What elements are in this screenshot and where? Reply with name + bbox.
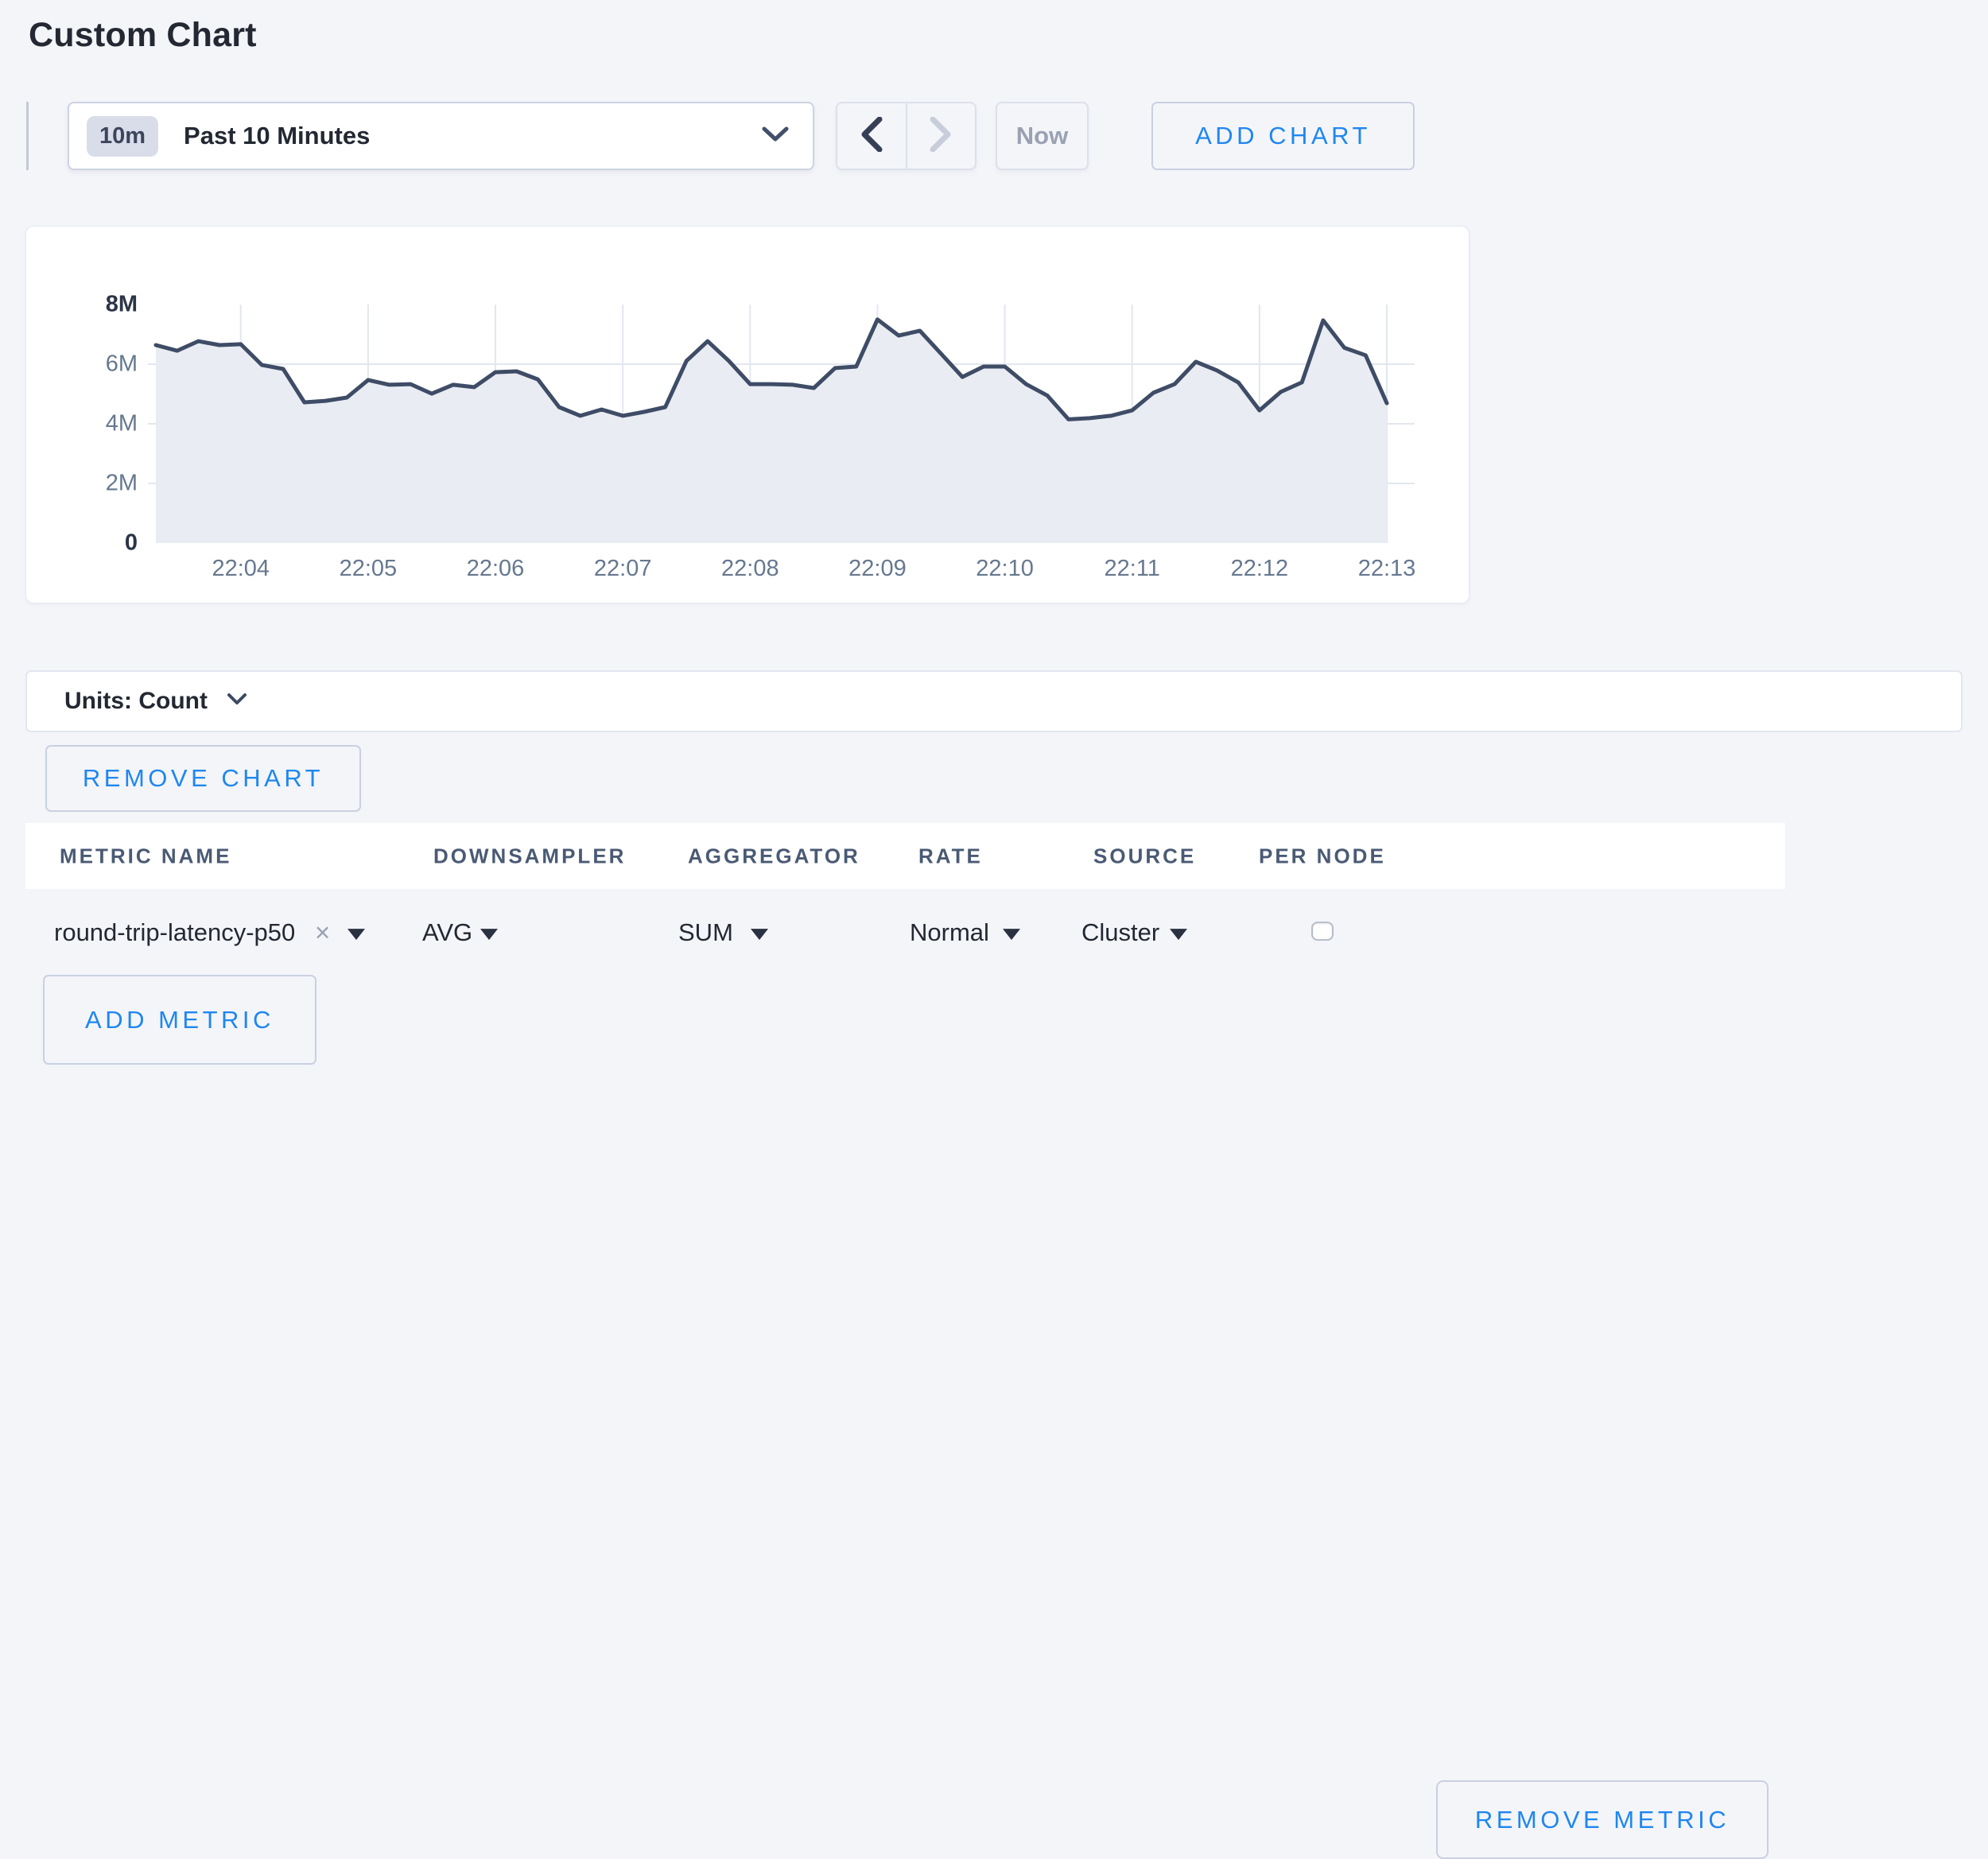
- column-header-downsampler: DOWNSAMPLER: [433, 844, 626, 868]
- rate-dropdown[interactable]: Normal: [910, 918, 989, 947]
- caret-down-icon[interactable]: [1170, 929, 1187, 940]
- source-dropdown[interactable]: Cluster: [1081, 918, 1159, 947]
- chevron-down-icon: [227, 693, 247, 710]
- clear-metric-icon[interactable]: ×: [315, 918, 330, 948]
- chart-card: 8M 6M 4M 2M 0 22:04 22:05 22:06 22:07 22:08 22:09…: [25, 226, 1470, 603]
- remove-metric-button[interactable]: REMOVE METRIC: [1436, 1780, 1769, 1859]
- column-header-aggregator: AGGREGATOR: [688, 844, 860, 868]
- caret-down-icon[interactable]: [348, 929, 365, 940]
- time-range-dropdown[interactable]: 10m Past 10 Minutes: [68, 102, 814, 170]
- y-axis-tick-label: 6M: [50, 351, 138, 378]
- x-axis-tick-label: 22:04: [212, 556, 270, 582]
- caret-down-icon[interactable]: [1003, 929, 1020, 940]
- aggregator-dropdown[interactable]: SUM: [678, 918, 733, 947]
- page-title: Custom Chart: [29, 16, 257, 55]
- left-divider: [26, 102, 29, 170]
- time-range-badge: 10m: [87, 116, 158, 157]
- x-axis-tick-label: 22:13: [1358, 556, 1416, 582]
- y-axis-tick-label: 4M: [50, 411, 138, 437]
- y-axis-tick-label: 0: [50, 530, 138, 557]
- add-chart-button[interactable]: ADD CHART: [1151, 102, 1415, 170]
- chevron-down-icon: [762, 126, 789, 147]
- per-node-checkbox[interactable]: [1311, 922, 1334, 941]
- metric-name-dropdown[interactable]: round-trip-latency-p50: [54, 918, 295, 947]
- timeseries-chart: [26, 227, 1470, 604]
- units-dropdown[interactable]: Units: Count: [25, 670, 1963, 732]
- x-axis-tick-label: 22:10: [976, 556, 1034, 582]
- caret-down-icon[interactable]: [480, 929, 498, 940]
- step-back-button[interactable]: [837, 103, 906, 169]
- now-button[interactable]: Now: [996, 102, 1089, 170]
- add-metric-button[interactable]: ADD METRIC: [43, 975, 316, 1065]
- step-forward-button[interactable]: [906, 103, 976, 169]
- metric-row: round-trip-latency-p50 × AVG SUM Normal …: [0, 889, 1988, 976]
- x-axis-tick-label: 22:12: [1231, 556, 1289, 582]
- caret-down-icon[interactable]: [751, 929, 768, 940]
- time-step-controls: [836, 102, 977, 170]
- column-header-source: SOURCE: [1093, 844, 1196, 868]
- x-axis-tick-label: 22:05: [340, 556, 398, 582]
- chevron-right-icon: [930, 117, 952, 156]
- downsampler-dropdown[interactable]: AVG: [422, 918, 472, 947]
- column-header-rate: RATE: [918, 844, 983, 868]
- remove-chart-button[interactable]: REMOVE CHART: [45, 745, 361, 812]
- x-axis-tick-label: 22:08: [721, 556, 779, 582]
- x-axis-tick-label: 22:07: [594, 556, 652, 582]
- time-range-label: Past 10 Minutes: [184, 122, 370, 150]
- column-header-metric-name: METRIC NAME: [60, 844, 231, 868]
- units-label: Units: Count: [64, 688, 208, 715]
- chevron-left-icon: [860, 117, 883, 156]
- x-axis-tick-label: 22:11: [1105, 556, 1160, 582]
- y-axis-tick-label: 8M: [50, 292, 138, 318]
- metrics-table-header: METRIC NAME DOWNSAMPLER AGGREGATOR RATE …: [25, 823, 1785, 889]
- column-header-per-node: PER NODE: [1259, 844, 1386, 868]
- x-axis-tick-label: 22:09: [848, 556, 907, 582]
- y-axis-tick-label: 2M: [50, 471, 138, 497]
- x-axis-tick-label: 22:06: [467, 556, 525, 582]
